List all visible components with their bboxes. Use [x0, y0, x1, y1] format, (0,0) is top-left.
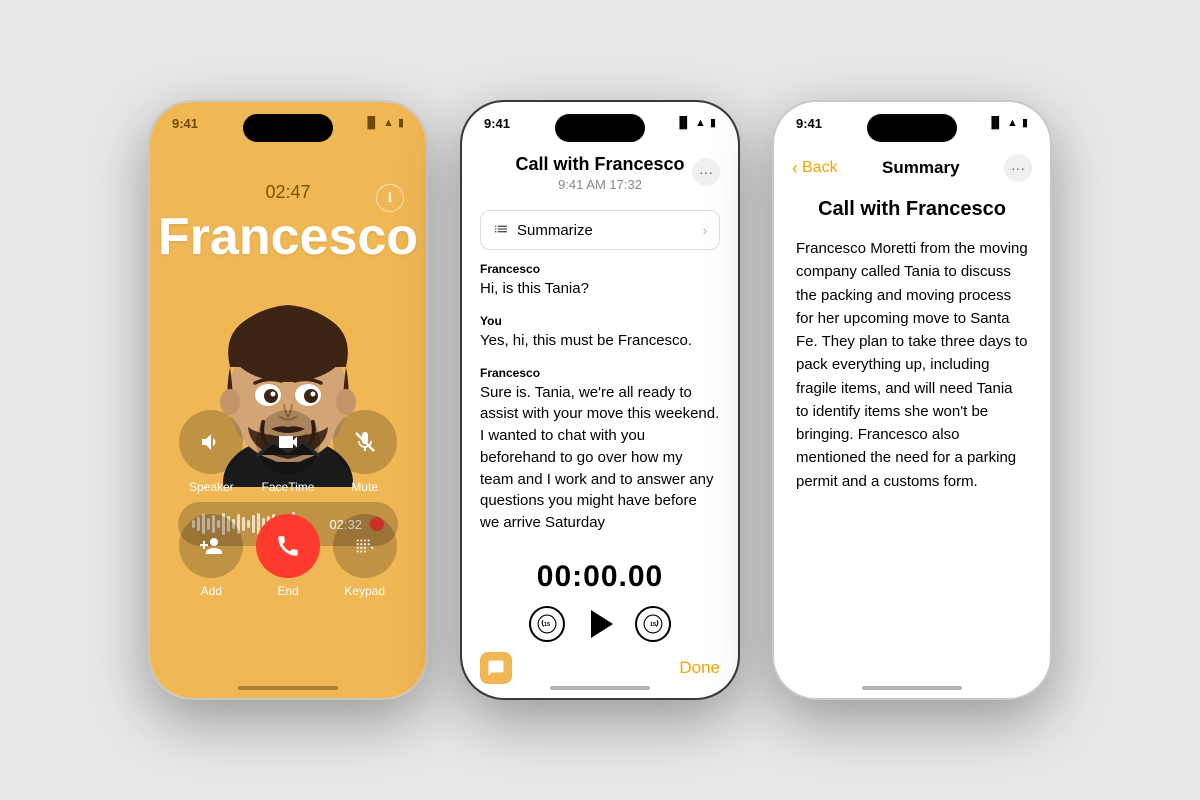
add-button-wrap[interactable]: Add — [178, 514, 245, 598]
wifi-icon-3: ▲ — [1007, 117, 1018, 129]
transcript-text-1: Yes, hi, this must be Francesco. — [480, 330, 720, 352]
skip-forward-button[interactable]: 15 — [635, 606, 671, 642]
facetime-label: FaceTime — [262, 480, 315, 494]
transcript-speaker-2: Francesco — [480, 366, 720, 380]
mute-button[interactable] — [333, 410, 397, 474]
playback-time: 00:00.00 — [537, 560, 663, 594]
battery-icon-3: ▮ — [1022, 116, 1028, 129]
end-button[interactable] — [256, 514, 320, 578]
summarize-icon — [493, 221, 509, 240]
keypad-label: Keypad — [344, 584, 385, 598]
wifi-icon-1: ▲ — [383, 117, 394, 129]
keypad-icon — [354, 535, 376, 557]
skip-back-icon: 15 — [537, 614, 557, 634]
transcript-text-2: Sure is. Tania, we're all ready to assis… — [480, 382, 720, 534]
status-icons-1: ▐▌ ▲ ▮ — [363, 116, 404, 129]
more-options-button-3[interactable]: ··· — [1004, 154, 1032, 182]
phone3-screen: 9:41 ▐▌ ▲ ▮ ‹ Back Summary ··· Call with… — [774, 102, 1050, 698]
speaker-button[interactable] — [179, 410, 243, 474]
mute-button-wrap[interactable]: Mute — [331, 410, 398, 494]
caller-name: Francesco — [150, 211, 426, 263]
svg-text:15: 15 — [650, 622, 656, 628]
dynamic-island-1 — [243, 114, 333, 142]
summarize-label: Summarize — [517, 222, 703, 239]
status-time-1: 9:41 — [172, 116, 198, 131]
call-duration: 02:47 — [150, 182, 426, 203]
summarize-row[interactable]: Summarize › — [480, 210, 720, 250]
call-info: 02:47 Francesco — [150, 182, 426, 263]
svg-text:15: 15 — [544, 622, 550, 628]
phone2-screen: 9:41 ▐▌ ▲ ▮ Call with Francesco 9:41 AM … — [462, 102, 738, 698]
transcript-entry-2: Francesco Sure is. Tania, we're all read… — [480, 366, 720, 534]
list-icon — [493, 221, 509, 237]
add-person-icon — [199, 534, 223, 558]
playback-controls: 15 15 — [529, 606, 671, 642]
dynamic-island-3 — [867, 114, 957, 142]
dynamic-island-2 — [555, 114, 645, 142]
back-chevron-icon: ‹ — [792, 158, 798, 179]
status-icons-3: ▐▌ ▲ ▮ — [987, 116, 1028, 129]
back-label: Back — [802, 159, 838, 177]
mute-label: Mute — [351, 480, 378, 494]
status-time-2: 9:41 — [484, 116, 510, 131]
skip-forward-icon: 15 — [643, 614, 663, 634]
end-button-wrap[interactable]: End — [255, 514, 322, 598]
status-time-3: 9:41 — [796, 116, 822, 131]
keypad-button-wrap[interactable]: Keypad — [331, 514, 398, 598]
facetime-button[interactable] — [256, 410, 320, 474]
summary-content: Call with Francesco Francesco Moretti fr… — [796, 198, 1028, 493]
phone-2-transcript: 9:41 ▐▌ ▲ ▮ Call with Francesco 9:41 AM … — [460, 100, 740, 700]
add-button[interactable] — [179, 514, 243, 578]
transcript-speaker-0: Francesco — [480, 262, 720, 276]
playback-area: 00:00.00 15 15 — [462, 560, 738, 642]
facetime-icon — [276, 430, 300, 454]
call-buttons-grid: Speaker FaceTime — [178, 410, 398, 598]
speaker-button-wrap[interactable]: Speaker — [178, 410, 245, 494]
end-call-icon — [275, 533, 301, 559]
chat-icon — [487, 659, 505, 677]
play-button[interactable] — [591, 610, 613, 638]
summarize-chevron-icon: › — [703, 223, 707, 238]
battery-icon-1: ▮ — [398, 116, 404, 129]
summary-text: Francesco Moretti from the moving compan… — [796, 237, 1028, 493]
transcript-text-0: Hi, is this Tania? — [480, 278, 720, 300]
speaker-icon — [199, 430, 223, 454]
home-indicator-1 — [238, 686, 338, 690]
wifi-icon-2: ▲ — [695, 117, 706, 129]
summary-page-title: Summary — [838, 158, 1004, 178]
home-indicator-3 — [862, 686, 962, 690]
transcript-entry-0: Francesco Hi, is this Tania? — [480, 262, 720, 300]
signal-icon-2: ▐▌ — [675, 117, 691, 129]
signal-icon-3: ▐▌ — [987, 117, 1003, 129]
summary-call-title: Call with Francesco — [796, 198, 1028, 221]
add-label: Add — [201, 584, 222, 598]
phone-1-active-call: 9:41 ▐▌ ▲ ▮ ℹ 02:47 Francesco — [148, 100, 428, 700]
transcript-body: Francesco Hi, is this Tania? You Yes, hi… — [480, 262, 720, 558]
transcript-subtitle: 9:41 AM 17:32 — [502, 177, 698, 192]
signal-icon-1: ▐▌ — [363, 117, 379, 129]
phone1-screen: 9:41 ▐▌ ▲ ▮ ℹ 02:47 Francesco — [150, 102, 426, 698]
transcript-footer: Done — [480, 652, 720, 684]
transcript-title: Call with Francesco — [502, 154, 698, 175]
facetime-button-wrap[interactable]: FaceTime — [255, 410, 322, 494]
speaker-label: Speaker — [189, 480, 234, 494]
keypad-button[interactable] — [333, 514, 397, 578]
transcript-speaker-1: You — [480, 314, 720, 328]
phone-3-summary: 9:41 ▐▌ ▲ ▮ ‹ Back Summary ··· Call with… — [772, 100, 1052, 700]
more-options-button-2[interactable]: ··· — [692, 158, 720, 186]
status-icons-2: ▐▌ ▲ ▮ — [675, 116, 716, 129]
home-indicator-2 — [550, 686, 650, 690]
done-button[interactable]: Done — [679, 658, 720, 678]
summary-nav: ‹ Back Summary ··· — [774, 154, 1050, 182]
battery-icon-2: ▮ — [710, 116, 716, 129]
transcript-entry-1: You Yes, hi, this must be Francesco. — [480, 314, 720, 352]
chat-bubble-icon[interactable] — [480, 652, 512, 684]
back-button[interactable]: ‹ Back — [792, 158, 838, 179]
end-label: End — [277, 584, 298, 598]
mute-icon — [353, 430, 377, 454]
skip-back-button[interactable]: 15 — [529, 606, 565, 642]
